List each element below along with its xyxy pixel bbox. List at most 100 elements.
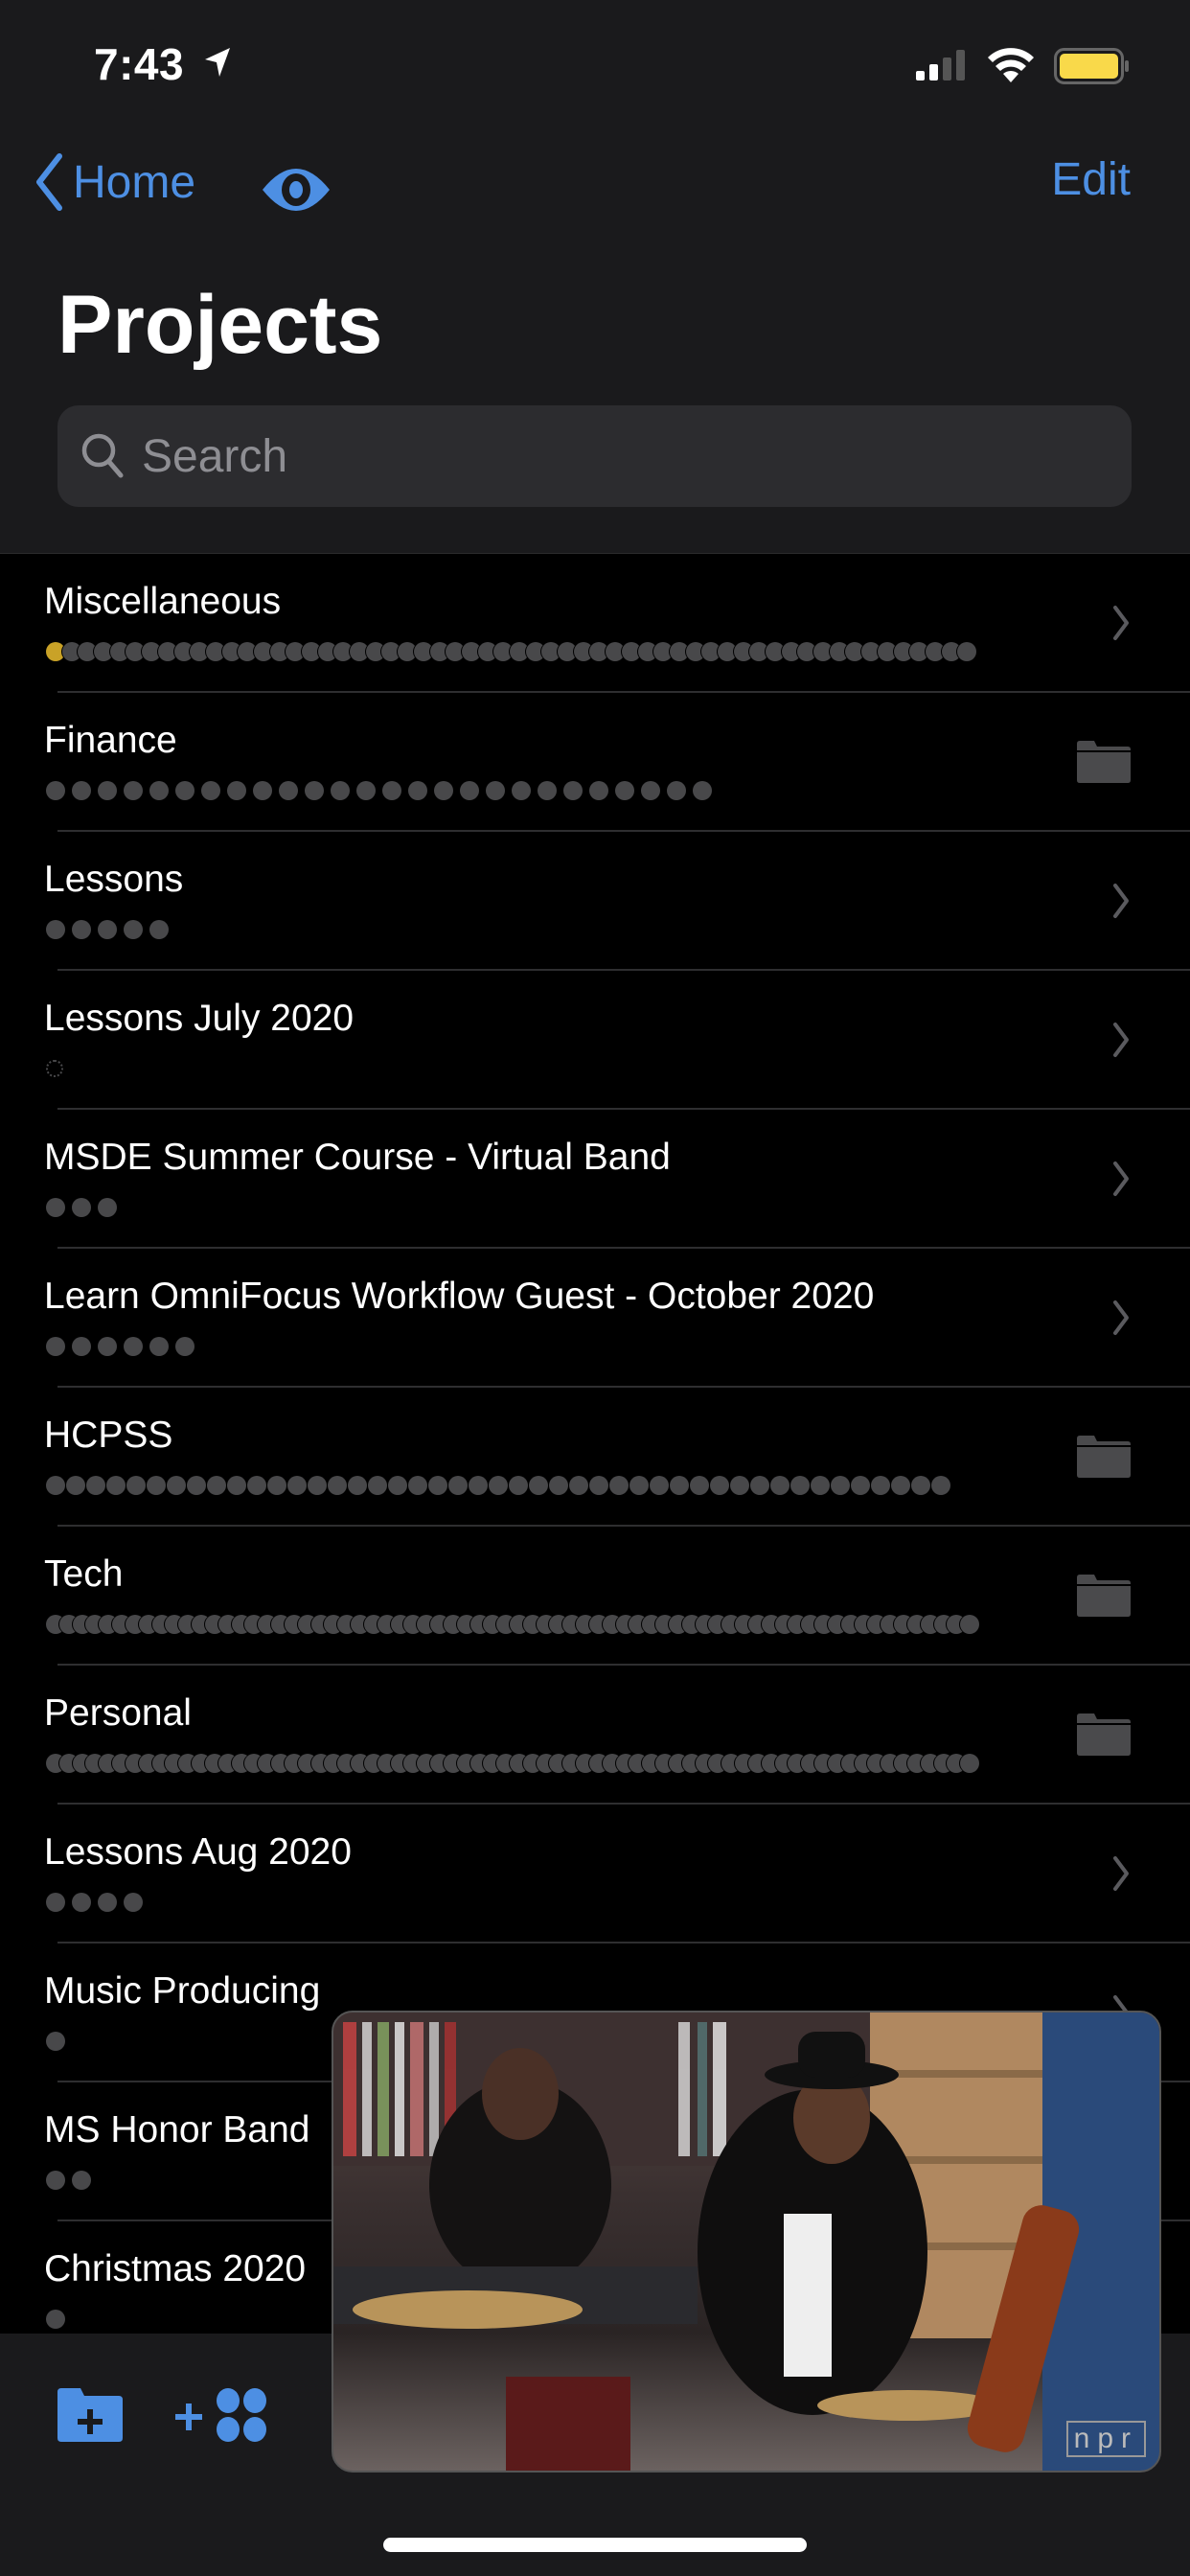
task-dot: [46, 1198, 65, 1217]
task-dot: [356, 781, 376, 800]
task-dots: [46, 1754, 1062, 1773]
project-row[interactable]: MSDE Summer Course - Virtual Band: [0, 1110, 1190, 1249]
task-dot: [831, 1476, 850, 1495]
task-dot: [124, 1893, 143, 1912]
task-dot: [408, 781, 427, 800]
task-dot: [641, 781, 660, 800]
location-arrow-icon: [205, 48, 230, 77]
task-dot: [549, 1476, 568, 1495]
chevron-right-icon: [1113, 606, 1129, 640]
task-dot: [46, 920, 65, 939]
task-dot: [106, 1476, 126, 1495]
project-name: MS Honor Band: [44, 2109, 310, 2150]
task-dot: [408, 1476, 427, 1495]
folder-plus-icon[interactable]: [57, 2388, 123, 2442]
task-dot: [650, 1476, 669, 1495]
task-dot: [348, 1476, 367, 1495]
project-row[interactable]: Lessons: [0, 832, 1190, 971]
task-dot: [960, 1754, 980, 1773]
project-name: Lessons: [44, 859, 184, 900]
project-row[interactable]: HCPSS: [0, 1388, 1190, 1527]
task-dot: [730, 1476, 749, 1495]
task-dot: [368, 1476, 387, 1495]
battery-icon: [1054, 48, 1129, 84]
chevron-right-icon: [1113, 884, 1129, 918]
task-dot: [328, 1476, 347, 1495]
project-name: Lessons Aug 2020: [44, 1831, 352, 1873]
project-row[interactable]: Lessons July 2020: [0, 971, 1190, 1110]
task-dot: [126, 1476, 146, 1495]
project-name: Lessons July 2020: [44, 998, 355, 1039]
task-dot: [512, 781, 531, 800]
task-dot: [98, 920, 117, 939]
task-dots: [46, 781, 1062, 800]
task-dot: [460, 781, 479, 800]
task-dot: [149, 1337, 169, 1356]
task-dot: [124, 920, 143, 939]
task-dot: [960, 1615, 980, 1634]
task-dot: [98, 1198, 117, 1217]
task-dot: [207, 1476, 226, 1495]
task-dot: [448, 1476, 468, 1495]
folder-icon: [1077, 741, 1131, 783]
task-dot: [46, 1337, 65, 1356]
task-dot: [98, 1337, 117, 1356]
edit-button[interactable]: Edit: [1051, 153, 1131, 206]
task-dot: [489, 1476, 508, 1495]
project-row[interactable]: Tech: [0, 1527, 1190, 1666]
task-dot: [66, 1476, 85, 1495]
cellular-signal-icon: [916, 50, 965, 80]
back-button[interactable]: Home: [34, 153, 195, 211]
task-dot: [167, 1476, 186, 1495]
project-name: HCPSS: [44, 1414, 173, 1456]
task-dots: [46, 1615, 1062, 1634]
search-input[interactable]: [140, 428, 1006, 484]
project-name: Tech: [44, 1553, 124, 1595]
task-dot: [667, 781, 686, 800]
task-dot: [72, 1893, 91, 1912]
chevron-right-icon: [1113, 1856, 1129, 1891]
task-dot: [811, 1476, 830, 1495]
task-dot: [382, 781, 401, 800]
picture-in-picture-video[interactable]: npr: [332, 2011, 1161, 2472]
back-label: Home: [73, 156, 196, 208]
home-indicator[interactable]: [383, 2538, 807, 2552]
task-dot: [287, 1476, 307, 1495]
task-dot: [267, 1476, 286, 1495]
project-row[interactable]: Finance: [0, 693, 1190, 832]
project-row[interactable]: Learn OmniFocus Workflow Guest - October…: [0, 1249, 1190, 1388]
task-dot: [931, 1476, 950, 1495]
task-dot: [790, 1476, 810, 1495]
project-row[interactable]: Miscellaneous: [0, 554, 1190, 693]
empty-dot: [46, 1060, 63, 1077]
task-dot: [710, 1476, 729, 1495]
task-dot: [72, 1198, 91, 1217]
task-dot: [629, 1476, 649, 1495]
folder-icon: [1077, 1575, 1131, 1617]
page-title: Projects: [57, 279, 383, 371]
task-dot: [124, 781, 143, 800]
task-dots: [46, 642, 1062, 661]
task-dot: [690, 1476, 709, 1495]
chevron-right-icon: [1113, 1300, 1129, 1335]
add-project-icon[interactable]: [175, 2388, 271, 2442]
task-dot: [227, 1476, 246, 1495]
video-frame: [333, 2012, 1159, 2471]
eye-icon[interactable]: [261, 163, 332, 217]
task-dot: [750, 1476, 769, 1495]
search-bar[interactable]: [57, 405, 1132, 507]
task-dot: [305, 781, 324, 800]
task-dot: [175, 781, 195, 800]
task-dot: [770, 1476, 790, 1495]
project-row[interactable]: Lessons Aug 2020: [0, 1805, 1190, 1944]
task-dot: [529, 1476, 548, 1495]
task-dot: [72, 1337, 91, 1356]
project-name: Finance: [44, 720, 177, 761]
project-row[interactable]: Personal: [0, 1666, 1190, 1805]
project-name: Personal: [44, 1692, 192, 1734]
task-dot: [147, 1476, 166, 1495]
project-name: MSDE Summer Course - Virtual Band: [44, 1137, 671, 1178]
task-dot: [670, 1476, 689, 1495]
task-dot: [911, 1476, 930, 1495]
task-dot: [98, 781, 117, 800]
